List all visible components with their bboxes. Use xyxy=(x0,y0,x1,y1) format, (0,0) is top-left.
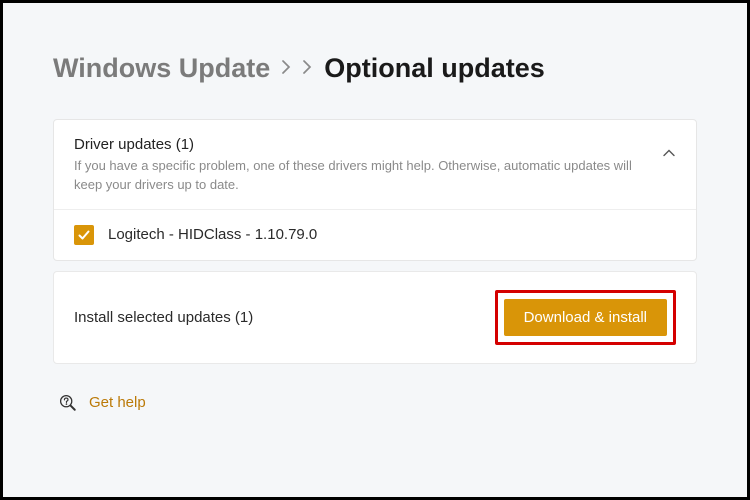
chevron-right-icon xyxy=(303,58,312,79)
driver-updates-panel: Driver updates (1) If you have a specifi… xyxy=(53,119,697,261)
driver-updates-header-text: Driver updates (1) If you have a specifi… xyxy=(74,136,642,195)
driver-item-row: Logitech - HIDClass - 1.10.79.0 xyxy=(54,210,696,260)
get-help-link[interactable]: Get help xyxy=(59,394,697,412)
chevron-right-icon xyxy=(282,58,291,79)
help-icon xyxy=(59,394,77,412)
annotation-highlight: Download & install xyxy=(495,290,676,345)
driver-checkbox[interactable] xyxy=(74,225,94,245)
install-bar: Install selected updates (1) Download & … xyxy=(53,271,697,364)
chevron-up-icon[interactable] xyxy=(662,146,676,160)
breadcrumb-current: Optional updates xyxy=(324,53,545,84)
driver-item-label: Logitech - HIDClass - 1.10.79.0 xyxy=(108,226,317,243)
driver-updates-header[interactable]: Driver updates (1) If you have a specifi… xyxy=(54,120,696,210)
breadcrumb: Windows Update Optional updates xyxy=(53,53,697,84)
download-install-button[interactable]: Download & install xyxy=(504,299,667,336)
driver-updates-title: Driver updates (1) xyxy=(74,136,642,153)
get-help-label: Get help xyxy=(89,394,146,411)
breadcrumb-parent[interactable]: Windows Update xyxy=(53,53,270,84)
driver-updates-subtitle: If you have a specific problem, one of t… xyxy=(74,157,642,195)
install-selected-label: Install selected updates (1) xyxy=(74,309,253,326)
